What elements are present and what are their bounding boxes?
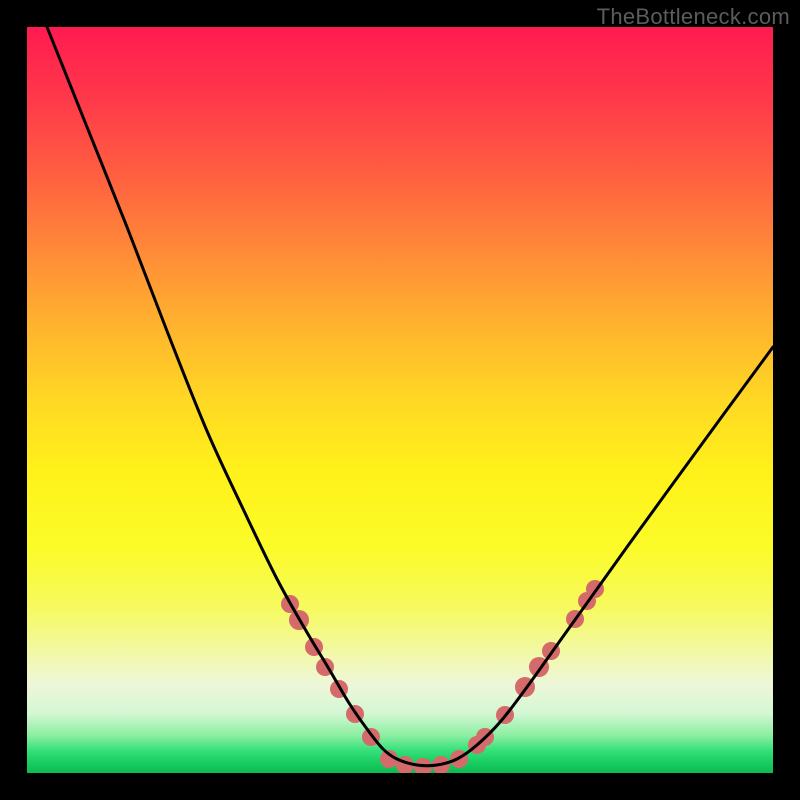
curve-layer — [27, 27, 773, 773]
markers-group — [281, 580, 604, 773]
chart-frame: TheBottleneck.com — [0, 0, 800, 800]
watermark-text: TheBottleneck.com — [597, 4, 790, 30]
bottleneck-curve — [47, 27, 773, 766]
plot-area — [27, 27, 773, 773]
